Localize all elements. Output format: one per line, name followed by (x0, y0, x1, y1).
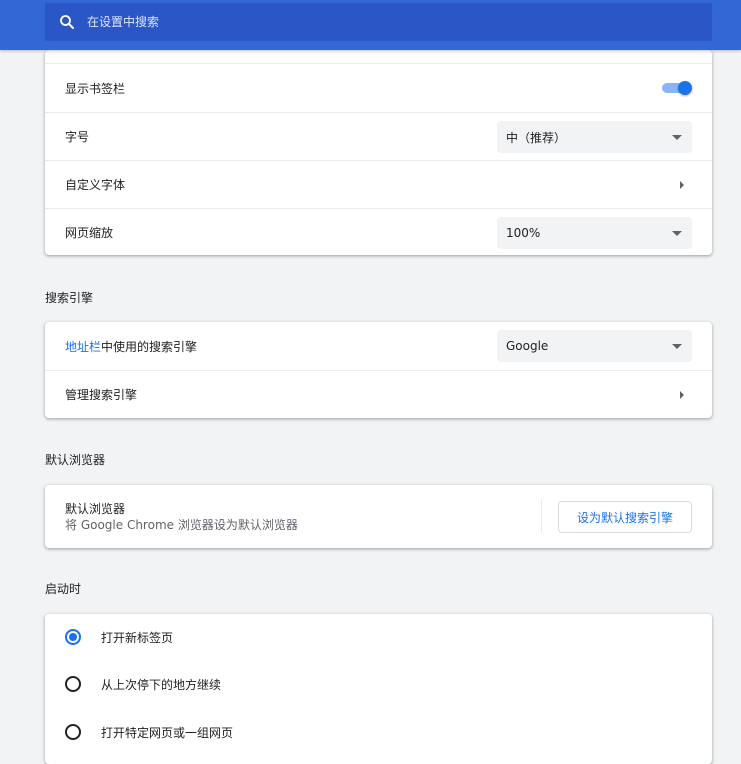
customize-fonts-label: 自定义字体 (65, 178, 126, 192)
startup-option-continue[interactable]: 从上次停下的地方继续 (45, 660, 712, 708)
chevron-down-icon (672, 231, 682, 236)
radio-unchecked-icon[interactable] (65, 676, 81, 692)
default-browser-section-title: 默认浏览器 (45, 453, 106, 467)
search-engine-row: 地址栏中使用的搜索引擎 Google (45, 322, 712, 370)
default-browser-row: 默认浏览器 将 Google Chrome 浏览器设为默认浏览器 设为默认搜索引… (45, 485, 712, 548)
default-browser-card: 默认浏览器 将 Google Chrome 浏览器设为默认浏览器 设为默认搜索引… (45, 485, 712, 548)
manage-search-engines-label: 管理搜索引擎 (65, 388, 138, 402)
search-engine-select[interactable]: Google (497, 330, 692, 362)
show-bookmarks-bar-label: 显示书签栏 (65, 81, 126, 96)
font-size-row: 字号 中（推荐） (45, 112, 712, 160)
startup-option-new-tab[interactable]: 打开新标签页 (45, 614, 712, 660)
address-bar-link[interactable]: 地址栏 (65, 340, 101, 354)
search-engine-label-rest: 中使用的搜索引擎 (101, 339, 198, 354)
chevron-down-icon (672, 135, 682, 140)
chevron-right-icon (680, 181, 684, 189)
vertical-divider (541, 499, 542, 533)
customize-fonts-row[interactable]: 自定义字体 (45, 160, 712, 208)
chevron-right-icon (680, 391, 684, 399)
startup-option-label: 打开特定网页或一组网页 (101, 725, 234, 740)
appearance-card: 显示书签栏 字号 中（推荐） 自定义字体 网页缩放 100% (45, 50, 712, 255)
chevron-down-icon (672, 344, 682, 349)
font-size-value: 中（推荐） (506, 130, 567, 145)
page-zoom-select[interactable]: 100% (497, 217, 692, 249)
search-input[interactable] (87, 15, 712, 29)
startup-option-specific-pages[interactable]: 打开特定网页或一组网页 (45, 708, 712, 756)
radio-checked-icon[interactable] (65, 629, 81, 645)
show-bookmarks-bar-toggle[interactable] (660, 81, 692, 95)
make-default-button[interactable]: 设为默认搜索引擎 (558, 501, 692, 533)
search-engine-card: 地址栏中使用的搜索引擎 Google 管理搜索引擎 (45, 322, 712, 418)
font-size-select[interactable]: 中（推荐） (497, 121, 692, 153)
search-engine-section-title: 搜索引擎 (45, 291, 94, 305)
page-zoom-row: 网页缩放 100% (45, 208, 712, 255)
search-icon (59, 14, 75, 30)
manage-search-engines-row[interactable]: 管理搜索引擎 (45, 370, 712, 418)
startup-option-label: 打开新标签页 (101, 630, 174, 645)
radio-unchecked-icon[interactable] (65, 724, 81, 740)
startup-option-label: 从上次停下的地方继续 (101, 677, 222, 692)
show-bookmarks-bar-row[interactable]: 显示书签栏 (45, 64, 712, 112)
settings-toolbar (0, 0, 741, 50)
toggle-knob (678, 81, 692, 95)
search-box[interactable] (45, 3, 712, 41)
startup-section-title: 启动时 (45, 582, 82, 596)
card-top-divider (45, 50, 712, 64)
page-zoom-value: 100% (506, 226, 541, 240)
search-engine-value: Google (506, 339, 549, 353)
startup-card: 打开新标签页 从上次停下的地方继续 打开特定网页或一组网页 (45, 614, 712, 764)
